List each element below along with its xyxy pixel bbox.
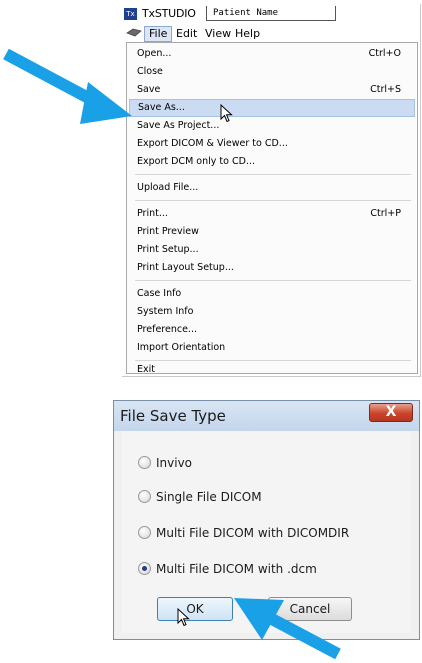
menu-item-label: Print Layout Setup...: [137, 262, 234, 273]
menu-item-label: Preference...: [137, 324, 197, 335]
menu-item-label: Save: [137, 84, 161, 95]
menu-item-system-info[interactable]: System Info: [137, 303, 409, 321]
menu-bar: File Edit View Help: [122, 24, 420, 42]
app-title: TxSTUDIO: [142, 7, 196, 20]
option-label: Single File DICOM: [156, 490, 262, 504]
pointer-arrow-icon: [3, 48, 132, 124]
menu-separator: [135, 280, 411, 281]
menu-item-print-layout-setup[interactable]: Print Layout Setup...: [137, 259, 409, 277]
menu-item-save-as[interactable]: Save As...: [129, 99, 415, 117]
menu-item-print-preview[interactable]: Print Preview: [137, 223, 409, 241]
menu-help[interactable]: Help: [231, 26, 264, 42]
menu-view[interactable]: View: [201, 26, 235, 42]
menu-item-close[interactable]: Close: [137, 63, 409, 81]
menu-item-save-as-project[interactable]: Save As Project...: [137, 117, 409, 135]
menu-item-label: Close: [137, 66, 163, 77]
radio-button[interactable]: [138, 526, 151, 539]
menu-item-label: Export DICOM & Viewer to CD...: [137, 138, 288, 149]
menu-item-case-info[interactable]: Case Info: [137, 285, 409, 303]
option-label: Invivo: [156, 456, 193, 470]
title-bar: Tx TxSTUDIO Patient Name: [122, 4, 420, 24]
patient-name-field[interactable]: Patient Name: [206, 6, 336, 21]
menu-item-save[interactable]: Save Ctrl+S: [137, 81, 409, 99]
mouse-cursor-icon: [177, 608, 190, 627]
menu-item-label: Import Orientation: [137, 342, 226, 353]
menu-item-label: Case Info: [137, 288, 182, 299]
menu-item-label: Exit: [137, 364, 155, 375]
radio-button-selected[interactable]: [138, 562, 151, 575]
menu-item-import-orientation[interactable]: Import Orientation: [137, 339, 409, 357]
menu-item-label: Print...: [137, 208, 168, 219]
menu-item-preference[interactable]: Preference...: [137, 321, 409, 339]
pointer-arrow-icon: [234, 598, 341, 660]
menu-item-export-dcm[interactable]: Export DCM only to CD...: [137, 153, 409, 171]
menu-item-label: Save As Project...: [137, 120, 220, 131]
menu-item-upload-file[interactable]: Upload File...: [137, 179, 409, 197]
menu-separator: [135, 174, 411, 175]
radio-button[interactable]: [138, 456, 151, 469]
tooth-icon: [126, 28, 142, 37]
menu-item-print-setup[interactable]: Print Setup...: [137, 241, 409, 259]
menu-item-label: Print Preview: [137, 226, 199, 237]
menu-item-label: Save As...: [138, 102, 185, 113]
menu-item-exit[interactable]: Exit: [137, 361, 409, 379]
menu-item-label: System Info: [137, 306, 194, 317]
app-logo-icon: Tx: [124, 8, 137, 20]
app-window: Tx TxSTUDIO Patient Name File Edit View …: [122, 4, 421, 377]
menu-file[interactable]: File: [144, 26, 173, 42]
menu-item-print[interactable]: Print... Ctrl+P: [137, 205, 409, 223]
menu-item-shortcut: Ctrl+O: [368, 48, 401, 59]
ok-button[interactable]: OK: [157, 597, 233, 621]
menu-item-shortcut: Ctrl+P: [370, 208, 401, 219]
option-label: Multi File DICOM with DICOMDIR: [156, 526, 350, 540]
menu-item-label: Export DCM only to CD...: [137, 156, 255, 167]
menu-item-open[interactable]: Open... Ctrl+O: [137, 45, 409, 63]
menu-item-label: Upload File...: [137, 182, 199, 193]
file-menu-dropdown: Open... Ctrl+O Close Save Ctrl+S Save As…: [126, 42, 418, 375]
dialog-title-bar[interactable]: File Save Type X: [114, 401, 419, 431]
mouse-cursor-icon: [220, 104, 233, 123]
menu-item-label: Print Setup...: [137, 244, 199, 255]
menu-item-shortcut: Ctrl+S: [370, 84, 401, 95]
menu-item-export-dicom-viewer[interactable]: Export DICOM & Viewer to CD...: [137, 135, 409, 153]
dialog-title: File Save Type: [120, 407, 226, 425]
menu-item-label: Open...: [137, 48, 172, 59]
radio-button[interactable]: [138, 490, 151, 503]
option-label: Multi File DICOM with .dcm: [156, 562, 317, 576]
menu-separator: [135, 200, 411, 201]
close-button[interactable]: X: [369, 403, 413, 422]
menu-edit[interactable]: Edit: [172, 26, 201, 42]
